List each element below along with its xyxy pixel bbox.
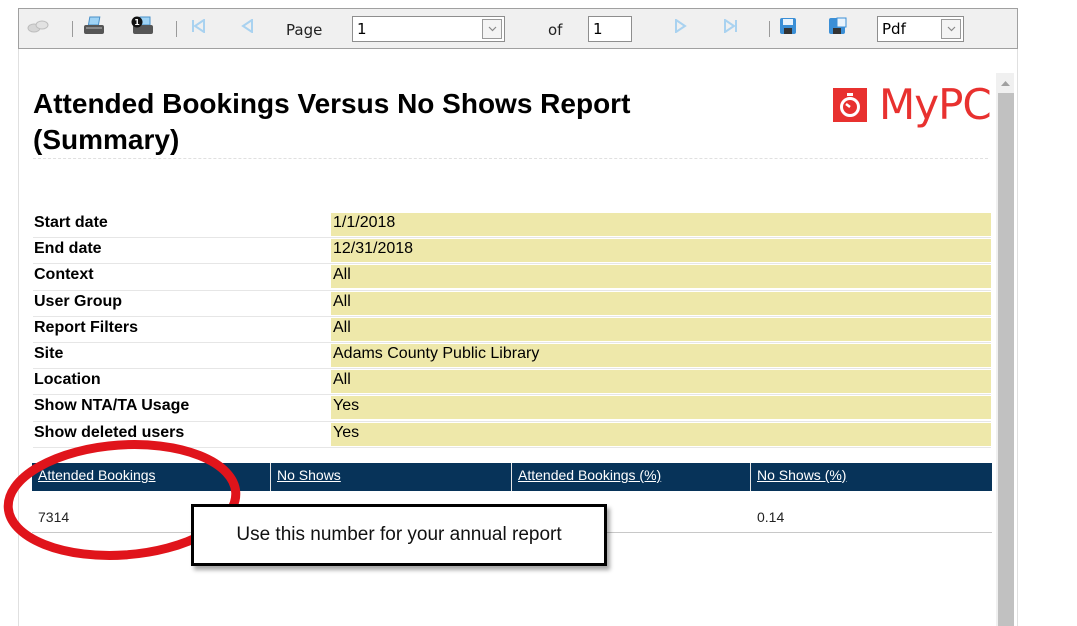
find-button[interactable] bbox=[25, 9, 51, 48]
save-button[interactable] bbox=[776, 9, 800, 48]
parameter-label: End date bbox=[34, 240, 102, 258]
report-title: Attended Bookings Versus No Shows Report… bbox=[33, 88, 631, 155]
parameter-label: User Group bbox=[34, 292, 123, 310]
next-page-button[interactable] bbox=[669, 9, 693, 48]
scrollbar-thumb[interactable] bbox=[998, 93, 1014, 626]
total-pages-value: 1 bbox=[593, 20, 603, 38]
parameter-value: All bbox=[331, 317, 991, 341]
sort-no-shows-link[interactable]: No Shows bbox=[271, 463, 512, 491]
stopwatch-icon bbox=[833, 88, 867, 122]
parameter-label: Context bbox=[34, 266, 94, 284]
parameter-label: Show NTA/TA Usage bbox=[34, 397, 190, 415]
parameter-label: Site bbox=[34, 344, 64, 362]
report-parameters: Start date 1/1/2018 End date 12/31/2018 … bbox=[33, 212, 991, 448]
callout-text: Use this number for your annual report bbox=[236, 524, 562, 545]
print-page-button[interactable]: 1 bbox=[129, 9, 155, 48]
no-shows-percent-value: 0.14 bbox=[757, 509, 785, 525]
previous-page-button[interactable] bbox=[235, 9, 259, 48]
save-as-button[interactable] bbox=[826, 9, 850, 48]
parameter-value: Yes bbox=[331, 422, 991, 446]
title-divider bbox=[33, 158, 988, 159]
last-page-icon bbox=[723, 18, 739, 38]
parameter-row: Start date 1/1/2018 bbox=[33, 212, 991, 239]
parameter-value: All bbox=[331, 265, 991, 289]
export-format-select[interactable]: Pdf bbox=[877, 16, 964, 42]
parameter-row: Report Filters All bbox=[33, 317, 991, 343]
mypc-logo: MyPC bbox=[833, 80, 992, 129]
parameter-row: Site Adams County Public Library bbox=[33, 343, 991, 370]
parameter-row: Location All bbox=[33, 369, 991, 396]
save-as-icon bbox=[828, 17, 848, 40]
vertical-scrollbar[interactable] bbox=[996, 73, 1014, 626]
first-page-button[interactable] bbox=[186, 9, 210, 48]
scroll-up-button[interactable] bbox=[996, 73, 1014, 91]
chevron-down-icon[interactable] bbox=[941, 19, 961, 39]
parameter-value: 12/31/2018 bbox=[331, 239, 991, 263]
parameter-value: Adams County Public Library bbox=[331, 343, 991, 367]
parameter-label: Start date bbox=[34, 214, 108, 231]
parameter-label: Report Filters bbox=[34, 318, 139, 336]
parameter-value: All bbox=[331, 370, 991, 394]
parameter-row: User Group All bbox=[33, 291, 991, 317]
parameter-label: Show deleted users bbox=[34, 423, 185, 441]
save-icon bbox=[779, 17, 797, 40]
print-page-icon: 1 bbox=[130, 16, 154, 41]
print-button[interactable] bbox=[81, 9, 107, 48]
print-icon bbox=[83, 16, 105, 41]
sort-attended-bookings-percent-link[interactable]: Attended Bookings (%) bbox=[512, 463, 751, 491]
find-icon bbox=[27, 18, 49, 39]
parameter-value: 1/1/2018 bbox=[331, 213, 991, 236]
sort-no-shows-percent-link[interactable]: No Shows (%) bbox=[751, 463, 992, 491]
next-page-icon bbox=[674, 18, 688, 38]
parameter-value: All bbox=[331, 291, 991, 315]
logo-text: MyPC bbox=[879, 80, 992, 129]
parameter-row: Context All bbox=[33, 264, 991, 291]
toolbar-separator bbox=[72, 21, 73, 37]
toolbar-separator bbox=[176, 21, 177, 37]
arrow-up-icon bbox=[1000, 73, 1010, 91]
annotation-callout: Use this number for your annual report bbox=[191, 504, 607, 566]
report-toolbar: 1 Page 1 of 1 Pdf bbox=[18, 8, 1018, 49]
page-number-value: 1 bbox=[357, 20, 367, 38]
page-label: Page bbox=[286, 21, 323, 39]
previous-page-icon bbox=[240, 18, 254, 38]
first-page-icon bbox=[190, 18, 206, 38]
parameter-row: Show NTA/TA Usage Yes bbox=[33, 395, 991, 422]
total-pages-field: 1 bbox=[588, 16, 632, 42]
page-number-select[interactable]: 1 bbox=[352, 16, 505, 42]
chevron-down-icon[interactable] bbox=[482, 19, 502, 39]
parameter-value: Yes bbox=[331, 396, 991, 420]
last-page-button[interactable] bbox=[719, 9, 743, 48]
parameter-row: End date 12/31/2018 bbox=[33, 238, 991, 265]
parameter-label: Location bbox=[34, 371, 101, 389]
of-label: of bbox=[548, 21, 563, 39]
export-format-value: Pdf bbox=[882, 20, 906, 38]
svg-text:1: 1 bbox=[134, 18, 140, 27]
toolbar-separator bbox=[769, 21, 770, 37]
